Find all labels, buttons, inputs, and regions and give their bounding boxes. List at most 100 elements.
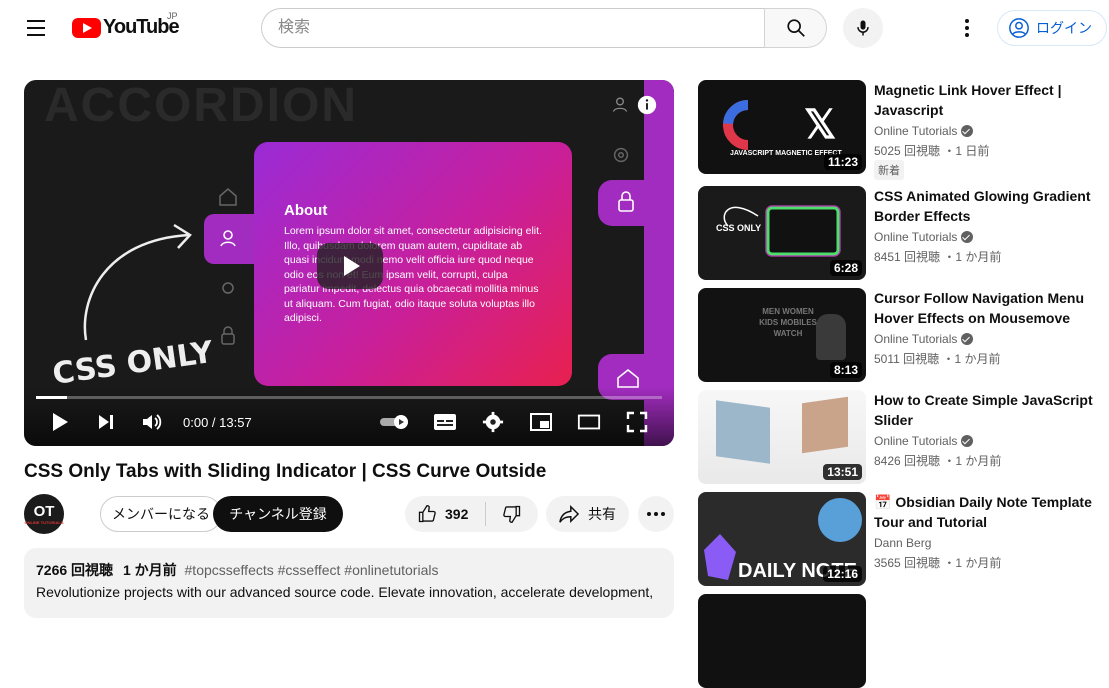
join-membership-button[interactable]: メンバーになる xyxy=(100,496,222,532)
login-button[interactable]: ログイン xyxy=(997,10,1107,46)
next-icon xyxy=(99,415,113,429)
recommendation-title[interactable]: Cursor Follow Navigation Menu Hover Effe… xyxy=(874,288,1104,328)
thumbnail-lock-tab xyxy=(598,180,658,226)
miniplayer-button[interactable] xyxy=(529,410,553,434)
progress-bar[interactable] xyxy=(36,396,662,399)
share-icon xyxy=(559,504,580,524)
like-count: 392 xyxy=(445,506,469,522)
voice-search-button[interactable] xyxy=(843,8,883,48)
thumbnail-overlay-word: ACCORDION xyxy=(44,80,358,132)
settings-button[interactable] xyxy=(481,410,505,434)
info-icon[interactable] xyxy=(636,94,658,116)
next-button[interactable] xyxy=(94,410,118,434)
autoplay-toggle-icon xyxy=(380,415,408,429)
recommendation-channel[interactable]: Online Tutorials xyxy=(874,434,974,448)
settings-menu-icon[interactable] xyxy=(955,16,979,40)
fullscreen-icon xyxy=(626,411,648,433)
duration-badge: 6:28 xyxy=(829,260,862,276)
recommendation-meta: 5011 回視聴 ・1 か月前 xyxy=(874,352,1001,366)
video-thumbnail[interactable] xyxy=(698,594,866,688)
recommendation-channel[interactable]: Online Tutorials xyxy=(874,230,974,244)
autoplay-toggle[interactable] xyxy=(379,410,413,434)
recommendation-meta: 3565 回視聴 ・1 か月前 xyxy=(874,556,1002,570)
channel-name: Online Tutorials xyxy=(874,434,958,448)
youtube-logo[interactable]: YouTube JP xyxy=(72,11,180,39)
avatar-initials: OT xyxy=(33,503,55,520)
hashtags[interactable]: #topcsseffects #csseffect #onlinetutoria… xyxy=(185,562,439,578)
slide-image-left xyxy=(716,400,770,464)
recommendation-item[interactable]: 13:51 How to Create Simple JavaScript Sl… xyxy=(698,390,1108,484)
theater-mode-button[interactable] xyxy=(577,410,601,434)
more-actions-button[interactable] xyxy=(638,496,674,532)
subtitles-icon xyxy=(434,414,456,430)
duration-badge: 13:51 xyxy=(823,464,862,480)
channel-name: Online Tutorials xyxy=(874,230,958,244)
search-icon xyxy=(786,19,805,37)
recommendation-item[interactable]: MEN WOMEN KIDS MOBILES WATCH 8:13 Cursor… xyxy=(698,288,1108,382)
time-display: 0:00 / 13:57 xyxy=(183,415,252,430)
big-play-button[interactable] xyxy=(317,243,383,289)
volume-button[interactable] xyxy=(140,410,164,434)
gear-icon xyxy=(482,411,504,433)
description-meta: 7266 回視聴 1 か月前 #topcsseffects #csseffect… xyxy=(36,560,662,580)
like-dislike-bar: 392 xyxy=(405,496,538,532)
login-label: ログイン xyxy=(1036,20,1092,36)
fullscreen-button[interactable] xyxy=(625,410,649,434)
like-button[interactable]: 392 xyxy=(405,496,485,532)
search-button[interactable] xyxy=(764,8,827,48)
video-thumbnail[interactable]: MEN WOMEN KIDS MOBILES WATCH 8:13 xyxy=(698,288,866,382)
recommendation-item[interactable] xyxy=(698,594,1108,688)
recommendation-item[interactable]: 𝕏 JAVASCRIPT MAGNETIC EFFECT 11:23 Magne… xyxy=(698,80,1108,180)
subtitles-button[interactable] xyxy=(433,410,457,434)
view-count: 7266 回視聴 xyxy=(36,562,114,578)
obsidian-logo-icon xyxy=(704,534,736,580)
channel-avatar[interactable]: OT ONLINE TUTORIALS xyxy=(24,494,64,534)
video-thumbnail[interactable]: CSS ONLY 6:28 xyxy=(698,186,866,280)
recommendation-channel[interactable]: Online Tutorials xyxy=(874,124,974,138)
recommendation-channel[interactable]: Online Tutorials xyxy=(874,332,974,346)
recommendation-title[interactable]: Magnetic Link Hover Effect | Javascript xyxy=(874,80,1104,120)
channel-name: Dann Berg xyxy=(874,536,932,550)
video-thumbnail[interactable]: 𝕏 JAVASCRIPT MAGNETIC EFFECT 11:23 xyxy=(698,80,866,174)
verified-check-icon xyxy=(961,435,974,447)
miniplayer-icon xyxy=(530,413,552,431)
lock-icon xyxy=(618,191,634,212)
region-code: JP xyxy=(167,11,178,21)
recommendation-title[interactable]: CSS Animated Glowing Gradient Border Eff… xyxy=(874,186,1104,226)
thumbnail-tab-icons xyxy=(219,188,237,345)
volume-icon xyxy=(143,414,162,430)
thumbs-up-icon xyxy=(418,504,436,523)
share-button[interactable]: 共有 xyxy=(546,496,629,532)
subscribe-button[interactable]: チャンネル登録 xyxy=(213,496,343,532)
person-photo xyxy=(818,498,862,542)
thumbs-down-icon xyxy=(503,505,521,524)
recommendation-item[interactable]: CSS ONLY 6:28 CSS Animated Glowing Gradi… xyxy=(698,186,1108,280)
verified-check-icon xyxy=(961,125,974,137)
avatar-subtext: ONLINE TUTORIALS xyxy=(24,520,64,525)
dislike-button[interactable] xyxy=(486,496,538,532)
recommendation-title[interactable]: How to Create Simple JavaScript Slider xyxy=(874,390,1104,430)
video-player[interactable]: ACCORDION About Lorem ipsum dolor sit am… xyxy=(24,80,674,446)
hamburger-menu-icon[interactable] xyxy=(20,12,52,44)
recommendation-title[interactable]: 📅 Obsidian Daily Note Template Tour and … xyxy=(874,492,1104,532)
search-bar xyxy=(261,8,827,48)
search-input[interactable] xyxy=(261,8,764,48)
duration-badge: 11:23 xyxy=(823,154,862,170)
account-small-icon[interactable] xyxy=(610,94,630,114)
slide-image-right xyxy=(802,396,848,454)
play-icon xyxy=(53,413,68,431)
thumb-caption: CSS ONLY xyxy=(716,223,762,233)
recommendation-item[interactable]: DAILY NOTE 12:16 📅 Obsidian Daily Note T… xyxy=(698,492,1108,586)
video-thumbnail[interactable]: 13:51 xyxy=(698,390,866,484)
recommendation-meta: 8451 回視聴 ・1 か月前 xyxy=(874,250,1002,264)
thumb-caption: MEN WOMEN KIDS MOBILES WATCH xyxy=(759,307,817,338)
duration-badge: 12:16 xyxy=(823,566,862,582)
card-heading: About xyxy=(284,202,328,219)
description-box[interactable]: 7266 回視聴 1 か月前 #topcsseffects #csseffect… xyxy=(24,548,674,618)
recommendation-channel[interactable]: Dann Berg xyxy=(874,536,931,550)
play-button[interactable] xyxy=(48,410,72,434)
video-thumbnail[interactable]: DAILY NOTE 12:16 xyxy=(698,492,866,586)
top-bar: YouTube JP ログイン xyxy=(0,0,1109,56)
hand-drawn-arrow xyxy=(83,223,192,341)
youtube-play-icon xyxy=(72,17,101,38)
